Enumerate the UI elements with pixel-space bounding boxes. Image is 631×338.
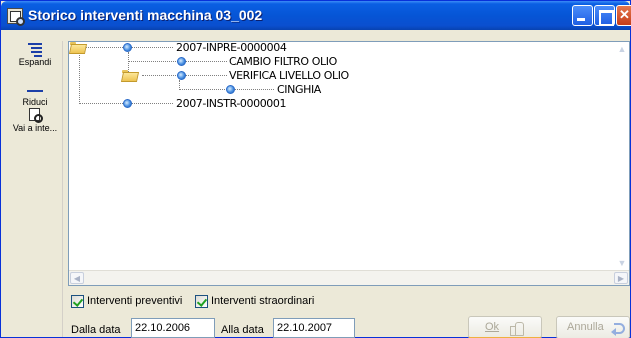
- tree-node[interactable]: VERIFICA LIVELLO OLIO: [229, 70, 349, 82]
- tree-node[interactable]: 2007-INPRE-0000004: [176, 42, 287, 54]
- dialog-window: Storico interventi macchina 03_002 Espan…: [0, 0, 631, 338]
- scroll-left-icon[interactable]: ◀: [70, 272, 84, 284]
- search-document-icon: [7, 8, 25, 26]
- intervention-icon: [226, 85, 235, 94]
- horizontal-scrollbar[interactable]: ◀ ▶: [69, 270, 629, 285]
- goto-icon: [28, 107, 43, 123]
- checkbox-checked-icon[interactable]: [195, 295, 208, 308]
- cancel-button[interactable]: Annulla: [556, 316, 630, 338]
- to-date-field[interactable]: 22.10.2007: [273, 318, 355, 338]
- expand-button[interactable]: Espandi: [7, 41, 63, 67]
- expand-label: Espandi: [18, 57, 52, 67]
- checkbox-checked-icon[interactable]: [71, 295, 84, 308]
- scroll-down-icon[interactable]: ▼: [615, 256, 629, 270]
- ok-button[interactable]: Ok: [468, 316, 542, 338]
- tree-node[interactable]: 2007-INSTR-0000001: [176, 98, 287, 110]
- collapse-button[interactable]: Riduci: [7, 81, 63, 107]
- undo-icon: [611, 322, 625, 336]
- intervention-icon: [177, 57, 186, 66]
- window-title: Storico interventi macchina 03_002: [28, 7, 263, 23]
- intervention-icon: [123, 99, 132, 108]
- title-bar[interactable]: Storico interventi macchina 03_002: [1, 1, 631, 30]
- expand-icon: [28, 41, 42, 57]
- to-date-label: Alla data: [221, 324, 264, 336]
- collapse-label: Riduci: [22, 97, 48, 107]
- cancel-label: Annulla: [567, 321, 604, 333]
- from-date-label: Dalla data: [71, 324, 121, 336]
- folder-open-icon: [70, 42, 84, 52]
- tree-panel[interactable]: 2007-INPRE-0000004 CAMBIO FILTRO OLIO VE…: [68, 41, 630, 286]
- tree-node[interactable]: CAMBIO FILTRO OLIO: [229, 56, 337, 68]
- collapse-icon: [27, 81, 43, 97]
- straordinari-label: Interventi straordinari: [211, 295, 315, 307]
- close-button[interactable]: [616, 5, 631, 26]
- goto-label: Vai a inte...: [12, 123, 58, 133]
- scroll-right-icon[interactable]: ▶: [614, 272, 628, 284]
- minimize-button[interactable]: [572, 5, 593, 26]
- ok-label: Ok: [485, 321, 500, 333]
- side-toolbar: Espandi Riduci Vai a inte...: [7, 41, 63, 337]
- preventivi-label: Interventi preventivi: [87, 295, 183, 307]
- from-date-field[interactable]: 22.10.2006: [131, 318, 215, 338]
- intervention-icon: [123, 43, 132, 52]
- intervention-icon: [177, 71, 186, 80]
- maximize-button[interactable]: [594, 5, 615, 26]
- goto-intervention-button[interactable]: Vai a inte...: [7, 107, 63, 133]
- scroll-up-icon[interactable]: ▲: [615, 42, 629, 56]
- folder-open-icon: [122, 70, 136, 80]
- tree-node[interactable]: CINGHIA: [277, 84, 321, 96]
- vertical-scrollbar[interactable]: ▲ ▼: [615, 42, 629, 270]
- thumbs-up-icon: [510, 320, 524, 336]
- intervention-tree[interactable]: 2007-INPRE-0000004 CAMBIO FILTRO OLIO VE…: [69, 42, 629, 270]
